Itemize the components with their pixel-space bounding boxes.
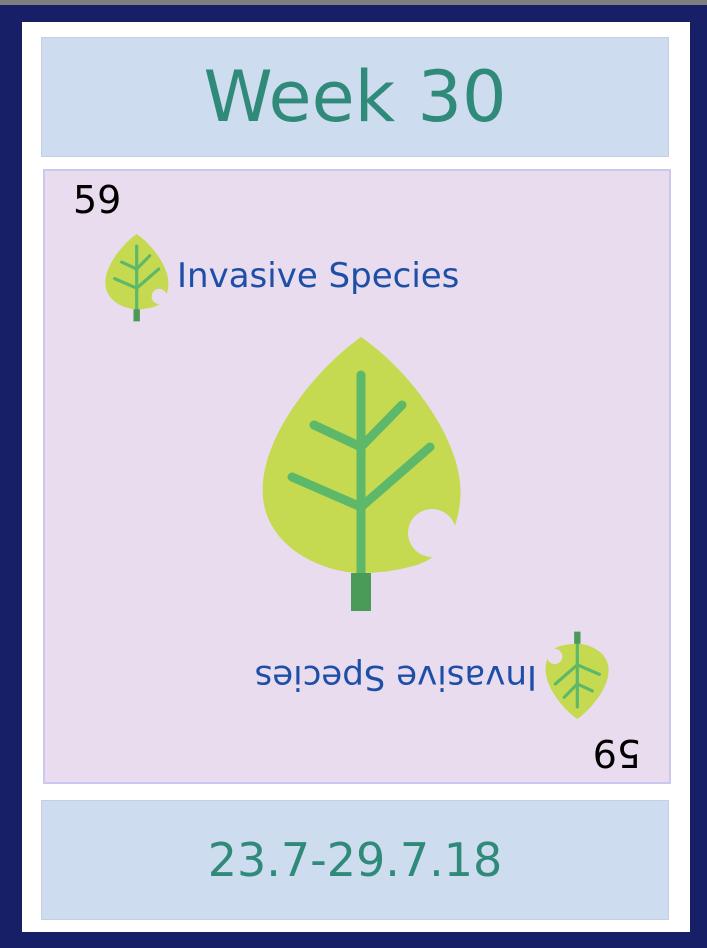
card-frame: Week 30 59 Invasive Species 59 Invasive … xyxy=(0,5,707,948)
leaf-icon xyxy=(545,631,609,719)
corner-bottom-right: 59 Invasive Species xyxy=(209,622,669,782)
center-panel: 59 Invasive Species 59 Invasive Species xyxy=(43,169,671,784)
leaf-icon xyxy=(105,234,169,322)
card-number-rotated: 59 xyxy=(592,731,641,775)
main-leaf-icon xyxy=(262,337,461,611)
card-number: 59 xyxy=(73,178,122,222)
category-label: Invasive Species xyxy=(177,256,460,296)
header-band: Week 30 xyxy=(41,37,669,157)
week-title: Week 30 xyxy=(203,56,507,138)
date-range: 23.7-29.7.18 xyxy=(207,833,503,887)
footer-band: 23.7-29.7.18 xyxy=(41,800,669,920)
corner-top-left: 59 Invasive Species xyxy=(45,171,505,331)
card: Week 30 59 Invasive Species 59 Invasive … xyxy=(22,22,690,932)
category-label-rotated: Invasive Species xyxy=(254,657,537,697)
